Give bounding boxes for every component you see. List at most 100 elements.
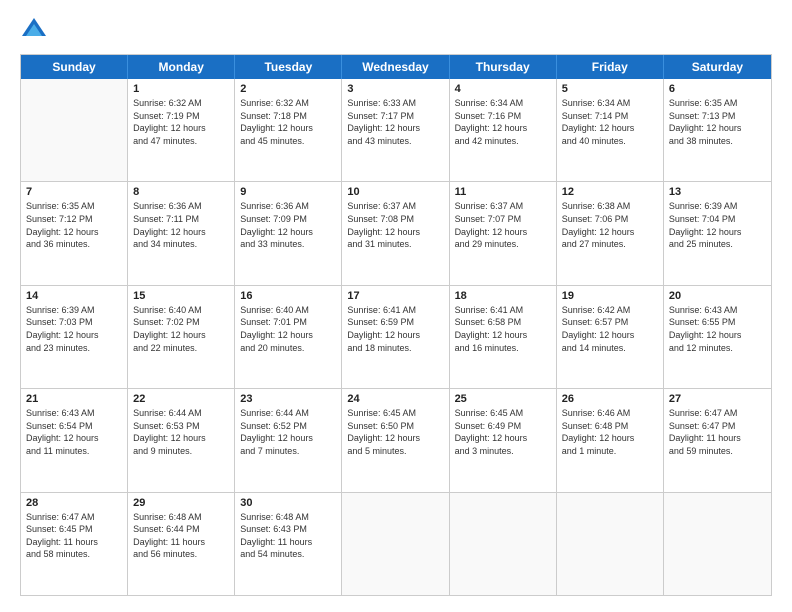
day-info: Sunrise: 6:46 AM Sunset: 6:48 PM Dayligh…: [562, 407, 658, 457]
calendar-empty-day: [450, 493, 557, 595]
calendar-day: 13Sunrise: 6:39 AM Sunset: 7:04 PM Dayli…: [664, 182, 771, 284]
day-number: 17: [347, 290, 443, 302]
day-number: 8: [133, 186, 229, 198]
day-info: Sunrise: 6:32 AM Sunset: 7:19 PM Dayligh…: [133, 97, 229, 147]
day-info: Sunrise: 6:38 AM Sunset: 7:06 PM Dayligh…: [562, 200, 658, 250]
day-number: 10: [347, 186, 443, 198]
day-info: Sunrise: 6:45 AM Sunset: 6:50 PM Dayligh…: [347, 407, 443, 457]
day-info: Sunrise: 6:41 AM Sunset: 6:59 PM Dayligh…: [347, 304, 443, 354]
calendar-day: 18 Sunrise: 6:41 AM Sunset: 6:58 PM Dayli…: [450, 286, 557, 388]
day-number: 1: [133, 83, 229, 95]
calendar-day: 8 Sunrise: 6:36 AM Sunset: 7:11 PM Daylig…: [128, 182, 235, 284]
day-number: 11: [455, 186, 551, 198]
day-number: 4: [455, 83, 551, 95]
calendar-day: 17 Sunrise: 6:41 AM Sunset: 6:59 PM Dayli…: [342, 286, 449, 388]
weekday-header: Thursday: [450, 55, 557, 79]
day-number: 26: [562, 393, 658, 405]
day-number: 23: [240, 393, 336, 405]
calendar-body: 1 Sunrise: 6:32 AM Sunset: 7:19 PM Daylig…: [21, 79, 771, 595]
calendar-header: SundayMondayTuesdayWednesdayThursdayFrid…: [21, 55, 771, 79]
day-number: 28: [26, 497, 122, 509]
calendar-week: 1 Sunrise: 6:32 AM Sunset: 7:19 PM Daylig…: [21, 79, 771, 182]
day-info: Sunrise: 6:45 AM Sunset: 6:49 PM Dayligh…: [455, 407, 551, 457]
calendar-day: 29 Sunrise: 6:48 AM Sunset: 6:44 PM Dayli…: [128, 493, 235, 595]
calendar-day: 3 Sunrise: 6:33 AM Sunset: 7:17 PM Daylig…: [342, 79, 449, 181]
day-number: 29: [133, 497, 229, 509]
day-info: Sunrise: 6:36 AM Sunset: 7:11 PM Dayligh…: [133, 200, 229, 250]
day-info: Sunrise: 6:40 AM Sunset: 7:02 PM Dayligh…: [133, 304, 229, 354]
day-number: 6: [669, 83, 766, 95]
day-info: Sunrise: 6:48 AM Sunset: 6:43 PM Dayligh…: [240, 511, 336, 561]
day-number: 21: [26, 393, 122, 405]
day-number: 14: [26, 290, 122, 302]
day-info: Sunrise: 6:43 AM Sunset: 6:55 PM Dayligh…: [669, 304, 766, 354]
weekday-header: Tuesday: [235, 55, 342, 79]
calendar-day: 16 Sunrise: 6:40 AM Sunset: 7:01 PM Dayli…: [235, 286, 342, 388]
calendar-day: 22 Sunrise: 6:44 AM Sunset: 6:53 PM Dayli…: [128, 389, 235, 491]
day-info: Sunrise: 6:44 AM Sunset: 6:52 PM Dayligh…: [240, 407, 336, 457]
day-info: Sunrise: 6:48 AM Sunset: 6:44 PM Dayligh…: [133, 511, 229, 561]
day-number: 20: [669, 290, 766, 302]
logo-icon: [20, 16, 48, 44]
day-number: 13: [669, 186, 766, 198]
calendar-day: 30Sunrise: 6:48 AM Sunset: 6:43 PM Dayli…: [235, 493, 342, 595]
calendar-day: 7 Sunrise: 6:35 AM Sunset: 7:12 PM Daylig…: [21, 182, 128, 284]
calendar-day: 11 Sunrise: 6:37 AM Sunset: 7:07 PM Dayli…: [450, 182, 557, 284]
day-info: Sunrise: 6:41 AM Sunset: 6:58 PM Dayligh…: [455, 304, 551, 354]
day-number: 27: [669, 393, 766, 405]
calendar-empty-day: [664, 493, 771, 595]
weekday-header: Sunday: [21, 55, 128, 79]
calendar-day: 1 Sunrise: 6:32 AM Sunset: 7:19 PM Daylig…: [128, 79, 235, 181]
calendar: SundayMondayTuesdayWednesdayThursdayFrid…: [20, 54, 772, 596]
calendar-day: 23 Sunrise: 6:44 AM Sunset: 6:52 PM Dayli…: [235, 389, 342, 491]
day-number: 15: [133, 290, 229, 302]
calendar-day: 14 Sunrise: 6:39 AM Sunset: 7:03 PM Dayli…: [21, 286, 128, 388]
calendar-day: 5Sunrise: 6:34 AM Sunset: 7:14 PM Daylig…: [557, 79, 664, 181]
calendar-day: 4Sunrise: 6:34 AM Sunset: 7:16 PM Daylig…: [450, 79, 557, 181]
weekday-header: Friday: [557, 55, 664, 79]
day-info: Sunrise: 6:39 AM Sunset: 7:03 PM Dayligh…: [26, 304, 122, 354]
day-info: Sunrise: 6:43 AM Sunset: 6:54 PM Dayligh…: [26, 407, 122, 457]
weekday-header: Monday: [128, 55, 235, 79]
calendar-day: 21 Sunrise: 6:43 AM Sunset: 6:54 PM Dayli…: [21, 389, 128, 491]
calendar-day: 2Sunrise: 6:32 AM Sunset: 7:18 PM Daylig…: [235, 79, 342, 181]
day-number: 16: [240, 290, 336, 302]
day-number: 25: [455, 393, 551, 405]
day-info: Sunrise: 6:44 AM Sunset: 6:53 PM Dayligh…: [133, 407, 229, 457]
day-info: Sunrise: 6:47 AM Sunset: 6:47 PM Dayligh…: [669, 407, 766, 457]
day-number: 22: [133, 393, 229, 405]
weekday-header: Saturday: [664, 55, 771, 79]
day-info: Sunrise: 6:35 AM Sunset: 7:12 PM Dayligh…: [26, 200, 122, 250]
day-number: 12: [562, 186, 658, 198]
calendar-day: 12 Sunrise: 6:38 AM Sunset: 7:06 PM Dayli…: [557, 182, 664, 284]
calendar-empty-day: [557, 493, 664, 595]
header: [20, 16, 772, 44]
weekday-header: Wednesday: [342, 55, 449, 79]
calendar-empty-day: [21, 79, 128, 181]
day-info: Sunrise: 6:37 AM Sunset: 7:08 PM Dayligh…: [347, 200, 443, 250]
calendar-day: 19Sunrise: 6:42 AM Sunset: 6:57 PM Dayli…: [557, 286, 664, 388]
day-info: Sunrise: 6:40 AM Sunset: 7:01 PM Dayligh…: [240, 304, 336, 354]
calendar-day: 10 Sunrise: 6:37 AM Sunset: 7:08 PM Dayli…: [342, 182, 449, 284]
day-info: Sunrise: 6:35 AM Sunset: 7:13 PM Dayligh…: [669, 97, 766, 147]
logo: [20, 16, 52, 44]
day-info: Sunrise: 6:42 AM Sunset: 6:57 PM Dayligh…: [562, 304, 658, 354]
calendar-day: 26 Sunrise: 6:46 AM Sunset: 6:48 PM Dayli…: [557, 389, 664, 491]
calendar-day: 28 Sunrise: 6:47 AM Sunset: 6:45 PM Dayli…: [21, 493, 128, 595]
day-number: 5: [562, 83, 658, 95]
day-info: Sunrise: 6:47 AM Sunset: 6:45 PM Dayligh…: [26, 511, 122, 561]
calendar-day: 15 Sunrise: 6:40 AM Sunset: 7:02 PM Dayli…: [128, 286, 235, 388]
day-info: Sunrise: 6:36 AM Sunset: 7:09 PM Dayligh…: [240, 200, 336, 250]
day-number: 24: [347, 393, 443, 405]
day-number: 18: [455, 290, 551, 302]
day-info: Sunrise: 6:32 AM Sunset: 7:18 PM Dayligh…: [240, 97, 336, 147]
calendar-week: 7 Sunrise: 6:35 AM Sunset: 7:12 PM Daylig…: [21, 182, 771, 285]
calendar-day: 24 Sunrise: 6:45 AM Sunset: 6:50 PM Dayli…: [342, 389, 449, 491]
calendar-week: 14 Sunrise: 6:39 AM Sunset: 7:03 PM Dayli…: [21, 286, 771, 389]
calendar-day: 25 Sunrise: 6:45 AM Sunset: 6:49 PM Dayli…: [450, 389, 557, 491]
calendar-day: 6 Sunrise: 6:35 AM Sunset: 7:13 PM Daylig…: [664, 79, 771, 181]
day-number: 7: [26, 186, 122, 198]
day-info: Sunrise: 6:33 AM Sunset: 7:17 PM Dayligh…: [347, 97, 443, 147]
day-number: 3: [347, 83, 443, 95]
day-info: Sunrise: 6:37 AM Sunset: 7:07 PM Dayligh…: [455, 200, 551, 250]
